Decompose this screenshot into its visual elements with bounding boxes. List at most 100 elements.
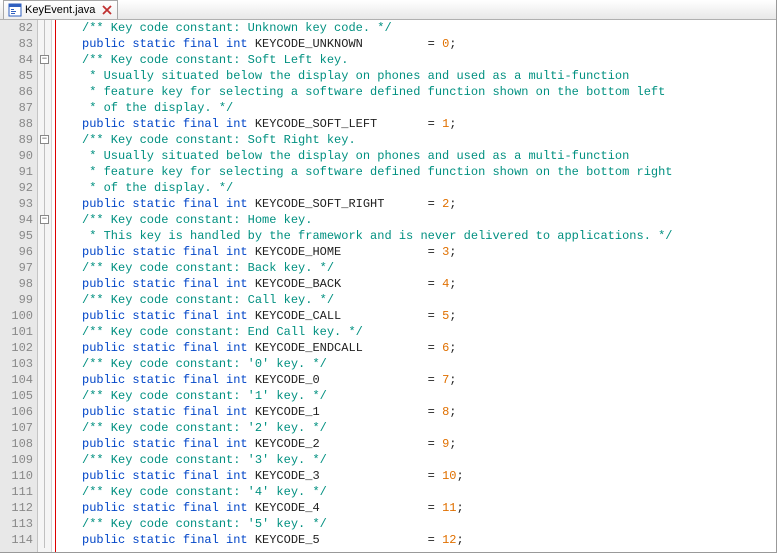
fold-toggle[interactable]: − <box>40 55 49 64</box>
token-punc: = <box>428 37 442 51</box>
fold-column[interactable]: − − − <box>38 20 52 552</box>
line-number: 87 <box>4 100 33 116</box>
fold-toggle[interactable]: − <box>40 135 49 144</box>
line-number: 107 <box>4 420 33 436</box>
token-kw: public static final int <box>82 197 255 211</box>
code-editor[interactable]: 8283848586878889909192939495969798991001… <box>0 20 776 552</box>
token-comment: /** Key code constant: '1' key. */ <box>82 389 327 403</box>
token-num: 10 <box>442 469 456 483</box>
token-punc: ; <box>449 309 456 323</box>
token-comment: /** Key code constant: '4' key. */ <box>82 485 327 499</box>
line-number: 111 <box>4 484 33 500</box>
token-num: 11 <box>442 501 456 515</box>
token-num: 12 <box>442 533 456 547</box>
token-punc: = <box>428 501 442 515</box>
token-comment: /** Key code constant: '5' key. */ <box>82 517 327 531</box>
code-line[interactable]: /** Key code constant: '1' key. */ <box>82 388 776 404</box>
code-line[interactable]: public static final int KEYCODE_5 = 12; <box>82 532 776 548</box>
line-number: 96 <box>4 244 33 260</box>
line-number: 113 <box>4 516 33 532</box>
token-punc: = <box>428 197 442 211</box>
code-line[interactable]: /** Key code constant: '4' key. */ <box>82 484 776 500</box>
token-comment: /** Key code constant: Soft Right key. <box>82 133 356 147</box>
line-number: 95 <box>4 228 33 244</box>
token-comment: /** Key code constant: End Call key. */ <box>82 325 363 339</box>
code-line[interactable]: public static final int KEYCODE_ENDCALL … <box>82 340 776 356</box>
code-area[interactable]: /** Key code constant: Unknown key code.… <box>80 20 776 552</box>
code-line[interactable]: public static final int KEYCODE_SOFT_RIG… <box>82 196 776 212</box>
code-line[interactable]: public static final int KEYCODE_4 = 11; <box>82 500 776 516</box>
code-line[interactable]: public static final int KEYCODE_1 = 8; <box>82 404 776 420</box>
token-name: KEYCODE_ENDCALL <box>255 341 428 355</box>
token-comment: /** Key code constant: Call key. */ <box>82 293 334 307</box>
code-line[interactable]: * This key is handled by the framework a… <box>82 228 776 244</box>
code-line[interactable]: /** Key code constant: '5' key. */ <box>82 516 776 532</box>
code-line[interactable]: public static final int KEYCODE_HOME = 3… <box>82 244 776 260</box>
token-kw: public static final int <box>82 437 255 451</box>
token-name: KEYCODE_1 <box>255 405 428 419</box>
code-line[interactable]: /** Key code constant: Home key. <box>82 212 776 228</box>
token-kw: public static final int <box>82 341 255 355</box>
fold-toggle[interactable]: − <box>40 215 49 224</box>
token-kw: public static final int <box>82 469 255 483</box>
token-kw: public static final int <box>82 405 255 419</box>
line-number: 98 <box>4 276 33 292</box>
code-line[interactable]: * feature key for selecting a software d… <box>82 84 776 100</box>
token-punc: ; <box>449 277 456 291</box>
line-number: 102 <box>4 340 33 356</box>
file-tab[interactable]: KeyEvent.java <box>3 0 118 19</box>
line-number: 92 <box>4 180 33 196</box>
code-line[interactable]: public static final int KEYCODE_3 = 10; <box>82 468 776 484</box>
token-punc: ; <box>456 469 463 483</box>
code-line[interactable]: /** Key code constant: '3' key. */ <box>82 452 776 468</box>
token-name: KEYCODE_SOFT_RIGHT <box>255 197 428 211</box>
token-name: KEYCODE_4 <box>255 501 428 515</box>
token-comment: * of the display. */ <box>82 181 233 195</box>
code-line[interactable]: /** Key code constant: Soft Right key. <box>82 132 776 148</box>
line-number: 108 <box>4 436 33 452</box>
indent-margin <box>56 20 80 552</box>
token-punc: = <box>428 469 442 483</box>
code-line[interactable]: * Usually situated below the display on … <box>82 148 776 164</box>
token-name: KEYCODE_CALL <box>255 309 428 323</box>
code-line[interactable]: public static final int KEYCODE_2 = 9; <box>82 436 776 452</box>
line-number: 90 <box>4 148 33 164</box>
code-line[interactable]: /** Key code constant: Call key. */ <box>82 292 776 308</box>
token-comment: * of the display. */ <box>82 101 233 115</box>
code-line[interactable]: * of the display. */ <box>82 100 776 116</box>
tab-filename: KeyEvent.java <box>25 4 95 16</box>
token-punc: = <box>428 309 442 323</box>
token-punc: ; <box>449 341 456 355</box>
code-line[interactable]: * of the display. */ <box>82 180 776 196</box>
code-line[interactable]: /** Key code constant: Unknown key code.… <box>82 20 776 36</box>
code-line[interactable]: public static final int KEYCODE_0 = 7; <box>82 372 776 388</box>
code-line[interactable]: public static final int KEYCODE_BACK = 4… <box>82 276 776 292</box>
token-kw: public static final int <box>82 37 255 51</box>
code-line[interactable]: /** Key code constant: Soft Left key. <box>82 52 776 68</box>
token-punc: ; <box>456 533 463 547</box>
tab-bar: KeyEvent.java <box>0 0 776 20</box>
code-line[interactable]: public static final int KEYCODE_UNKNOWN … <box>82 36 776 52</box>
token-comment: * feature key for selecting a software d… <box>82 85 665 99</box>
token-comment: * Usually situated below the display on … <box>82 149 629 163</box>
token-punc: = <box>428 405 442 419</box>
code-line[interactable]: /** Key code constant: '0' key. */ <box>82 356 776 372</box>
line-number: 83 <box>4 36 33 52</box>
token-punc: ; <box>449 437 456 451</box>
token-comment: /** Key code constant: '2' key. */ <box>82 421 327 435</box>
line-number: 93 <box>4 196 33 212</box>
token-kw: public static final int <box>82 277 255 291</box>
token-punc: = <box>428 533 442 547</box>
code-line[interactable]: /** Key code constant: End Call key. */ <box>82 324 776 340</box>
close-icon[interactable] <box>101 4 113 16</box>
code-line[interactable]: * feature key for selecting a software d… <box>82 164 776 180</box>
code-line[interactable]: * Usually situated below the display on … <box>82 68 776 84</box>
token-punc: = <box>428 277 442 291</box>
line-number: 110 <box>4 468 33 484</box>
code-line[interactable]: /** Key code constant: '2' key. */ <box>82 420 776 436</box>
code-line[interactable]: public static final int KEYCODE_CALL = 5… <box>82 308 776 324</box>
line-number: 91 <box>4 164 33 180</box>
code-line[interactable]: public static final int KEYCODE_SOFT_LEF… <box>82 116 776 132</box>
line-number: 109 <box>4 452 33 468</box>
code-line[interactable]: /** Key code constant: Back key. */ <box>82 260 776 276</box>
